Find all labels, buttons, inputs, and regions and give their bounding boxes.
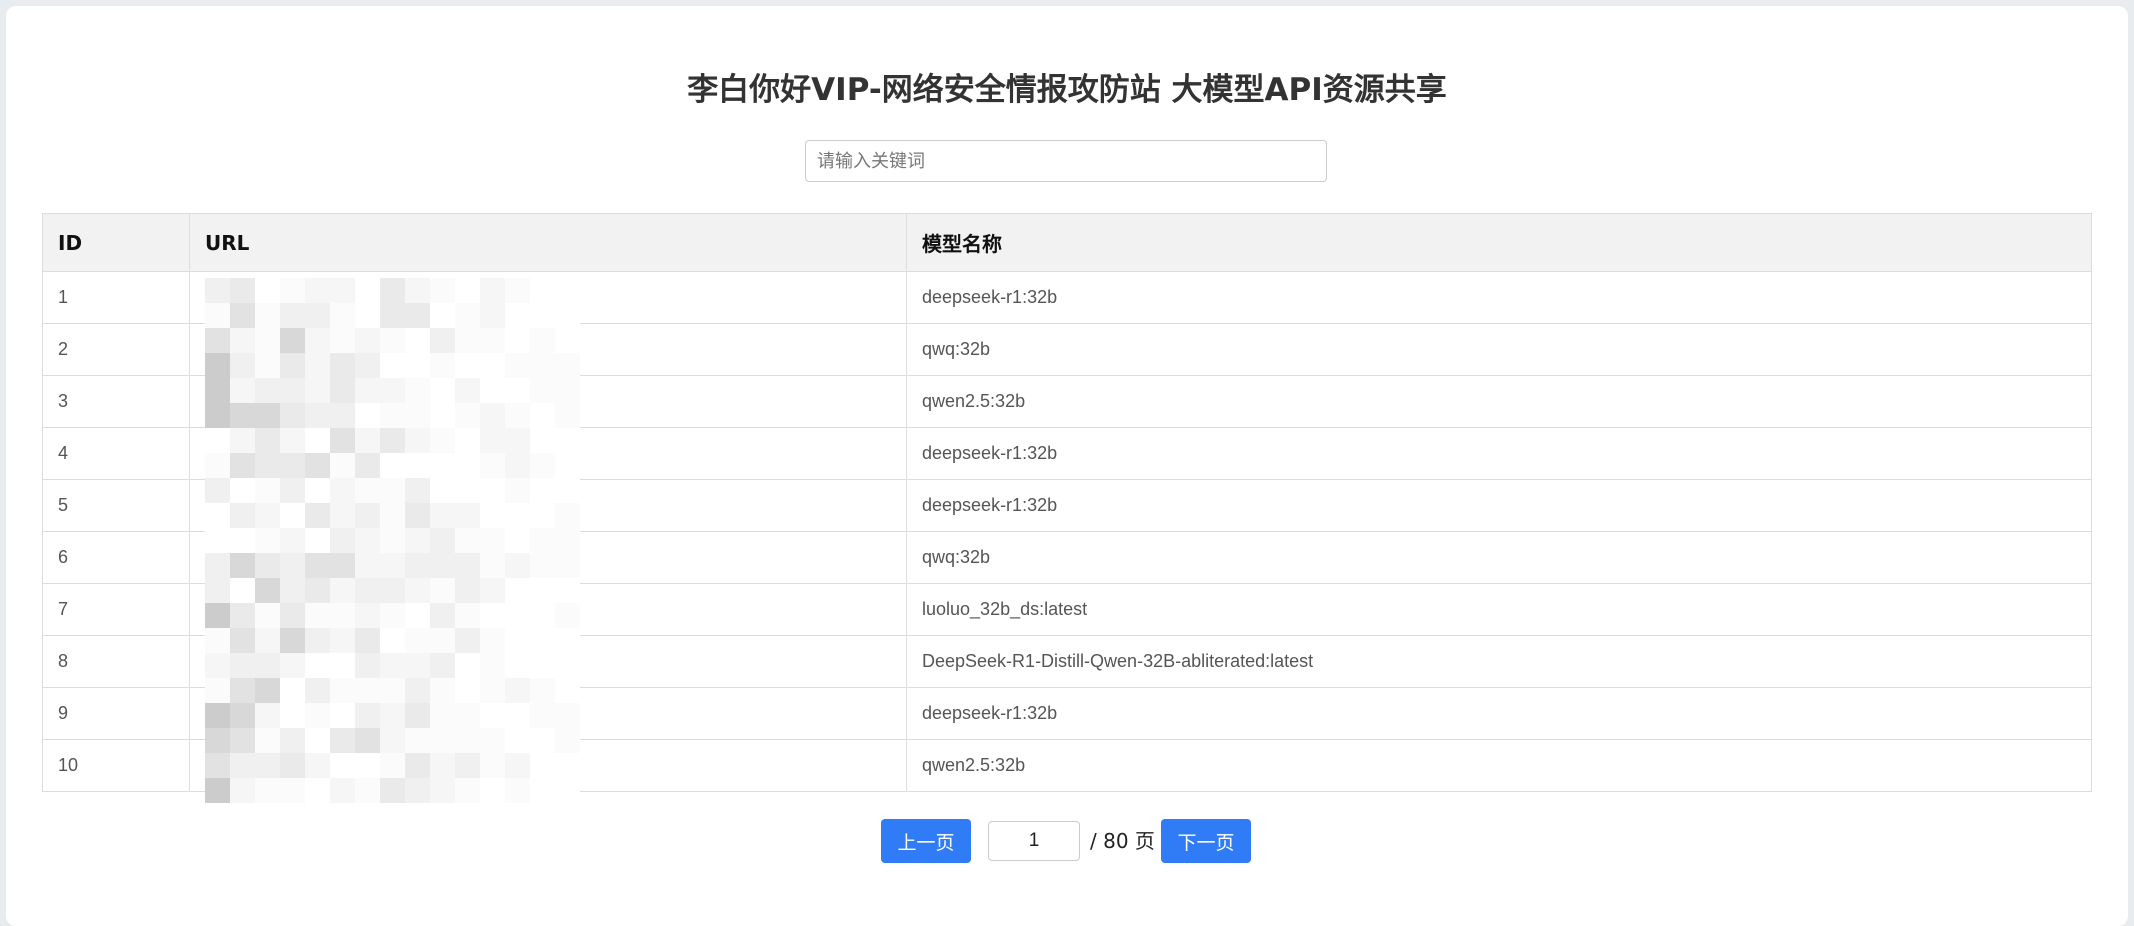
table-row: 3 http://qwen2.5:32b bbox=[42, 375, 2092, 428]
prev-page-button[interactable]: 上一页 bbox=[881, 819, 971, 863]
cell-url: http:// bbox=[189, 271, 907, 324]
cell-id: 4 bbox=[42, 427, 190, 480]
cell-url: http:// bbox=[189, 531, 907, 584]
page-title: 李白你好VIP-网络安全情报攻防站 大模型API资源共享 bbox=[687, 72, 1447, 108]
cell-url: http:// bbox=[189, 375, 907, 428]
cell-id: 7 bbox=[42, 583, 190, 636]
cell-model: qwq:32b bbox=[906, 323, 2092, 376]
cell-url: http:// bbox=[189, 427, 907, 480]
cell-model: DeepSeek-R1-Distill-Qwen-32B-abliterated… bbox=[906, 635, 2092, 688]
column-header-id: ID bbox=[42, 213, 190, 272]
pagination: 上一页 / 80 页 下一页 bbox=[0, 819, 2134, 863]
table-row: 6 http://qwq:32b bbox=[42, 531, 2092, 584]
cell-model: qwen2.5:32b bbox=[906, 739, 2092, 792]
table-row: 1 http://deepseek-r1:32b bbox=[42, 271, 2092, 324]
column-header-url: URL bbox=[189, 213, 907, 272]
cell-id: 3 bbox=[42, 375, 190, 428]
cell-url: http:// bbox=[189, 739, 907, 792]
cell-model: luoluo_32b_ds:latest bbox=[906, 583, 2092, 636]
cell-id: 1 bbox=[42, 271, 190, 324]
table-row: 9 http://deepseek-r1:32b bbox=[42, 687, 2092, 740]
column-header-model: 模型名称 bbox=[906, 213, 2092, 272]
cell-model: deepseek-r1:32b bbox=[906, 271, 2092, 324]
table-row: 4 http://deepseek-r1:32b bbox=[42, 427, 2092, 480]
table-row: 10 http://qwen2.5:32b bbox=[42, 739, 2092, 792]
table-row: 2 http://qwq:32b bbox=[42, 323, 2092, 376]
search-input[interactable] bbox=[805, 140, 1327, 182]
page-number-input[interactable] bbox=[988, 821, 1080, 861]
cell-id: 5 bbox=[42, 479, 190, 532]
cell-model: deepseek-r1:32b bbox=[906, 687, 2092, 740]
cell-model: qwq:32b bbox=[906, 531, 2092, 584]
table-row: 5 http://deepseek-r1:32b bbox=[42, 479, 2092, 532]
page-total-label: / 80 页 bbox=[1090, 829, 1155, 853]
cell-url: http:// bbox=[189, 583, 907, 636]
table-header-row: ID URL 模型名称 bbox=[42, 213, 2092, 272]
cell-id: 8 bbox=[42, 635, 190, 688]
table-row: 8 http://DeepSeek-R1-Distill-Qwen-32B-abl… bbox=[42, 635, 2092, 688]
cell-url: http:// bbox=[189, 635, 907, 688]
cell-model: deepseek-r1:32b bbox=[906, 427, 2092, 480]
cell-url: http:// bbox=[189, 323, 907, 376]
next-page-button[interactable]: 下一页 bbox=[1161, 819, 1251, 863]
cell-id: 6 bbox=[42, 531, 190, 584]
cell-model: qwen2.5:32b bbox=[906, 375, 2092, 428]
cell-id: 10 bbox=[42, 739, 190, 792]
table-row: 7 http://luoluo_32b_ds:latest bbox=[42, 583, 2092, 636]
cell-url: http:// bbox=[189, 687, 907, 740]
cell-id: 2 bbox=[42, 323, 190, 376]
cell-model: deepseek-r1:32b bbox=[906, 479, 2092, 532]
results-table: ID URL 模型名称 1 http://deepseek-r1:32b 2 http… bbox=[42, 213, 2092, 792]
cell-url: http:// bbox=[189, 479, 907, 532]
cell-id: 9 bbox=[42, 687, 190, 740]
